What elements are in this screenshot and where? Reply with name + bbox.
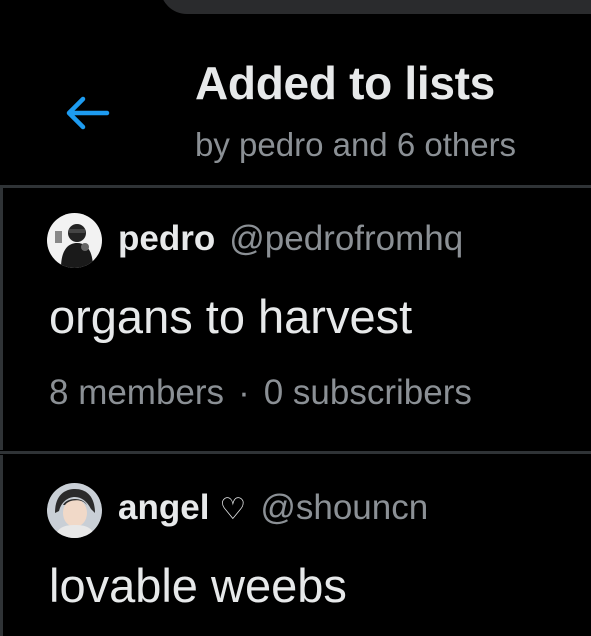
list-card-organs-to-harvest[interactable]: pedro @pedrofromhq organs to harvest 8 m… xyxy=(0,188,591,450)
owner-name[interactable]: pedro xyxy=(118,219,215,259)
avatar xyxy=(47,213,102,268)
list-owner: pedro @pedrofromhq xyxy=(118,219,463,259)
page-header: Added to lists by pedro and 6 others xyxy=(0,0,591,186)
owner-handle[interactable]: @shouncn xyxy=(260,488,428,528)
subscriber-count: 0 subscribers xyxy=(263,373,472,412)
list-card-lovable-weebs[interactable]: angel ♡ @shouncn lovable weebs xyxy=(0,455,591,636)
arrow-left-icon xyxy=(66,96,110,130)
page-title: Added to lists xyxy=(195,57,495,109)
page-subtitle: by pedro and 6 others xyxy=(195,126,517,163)
meta-separator: · xyxy=(238,373,250,412)
list-meta: 8 members · 0 subscribers xyxy=(49,373,472,413)
avatar xyxy=(47,483,102,538)
member-count: 8 members xyxy=(49,373,225,412)
divider xyxy=(0,451,591,454)
list-owner: angel ♡ @shouncn xyxy=(118,488,428,528)
owner-handle[interactable]: @pedrofromhq xyxy=(229,219,463,259)
owner-name[interactable]: angel xyxy=(118,488,209,528)
list-name: organs to harvest xyxy=(49,290,413,343)
list-name: lovable weebs xyxy=(49,559,347,612)
heart-outline-icon: ♡ xyxy=(219,493,247,526)
back-button[interactable] xyxy=(58,88,114,138)
